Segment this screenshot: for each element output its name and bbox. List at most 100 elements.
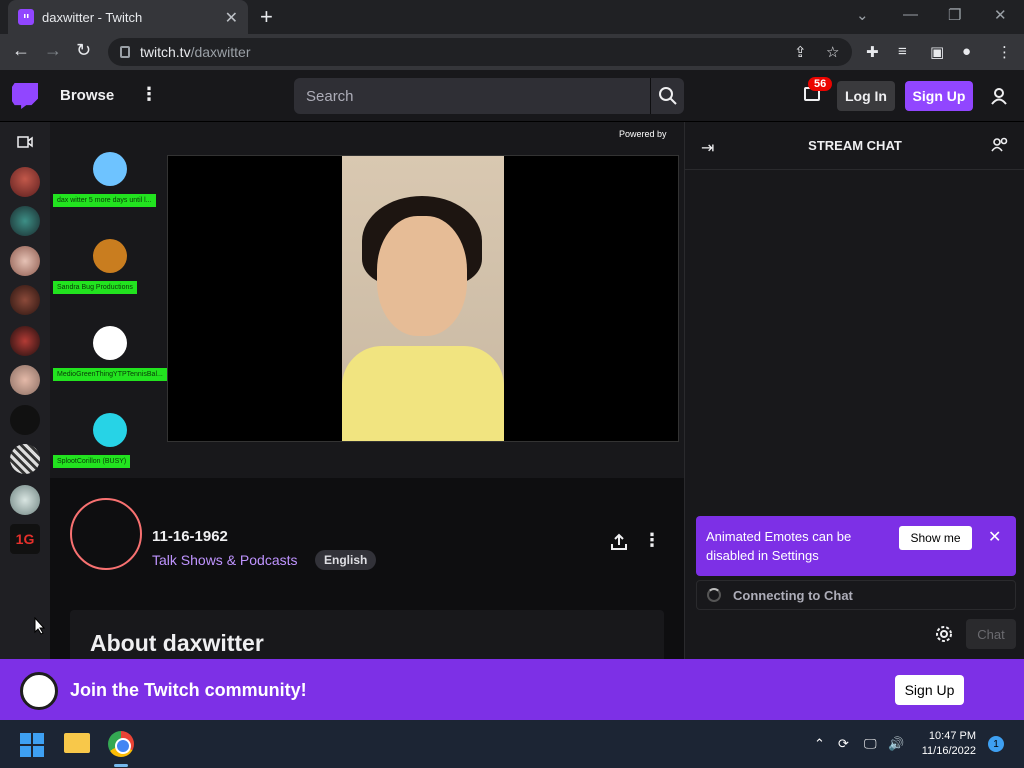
system-clock[interactable]: 10:47 PM 11/16/2022: [918, 729, 976, 759]
emote-banner-message: Animated Emotes can be disabled in Setti…: [706, 529, 852, 563]
notification-badge: 56: [808, 77, 833, 91]
url-host: twitch.tv: [140, 44, 191, 60]
mouse-cursor-icon: [34, 617, 46, 635]
media-control-icon[interactable]: ≡: [898, 43, 907, 60]
channel-info: 11-16-1962 Talk Shows & Podcasts English…: [50, 478, 684, 659]
clock-time: 10:47 PM: [928, 730, 976, 742]
viewer-avatar: [93, 152, 127, 186]
banner-signup-button[interactable]: Sign Up: [895, 675, 964, 705]
dismiss-banner-icon[interactable]: ✕: [988, 527, 1001, 547]
powered-by-label: Powered by: [619, 129, 667, 139]
viewer-label: MedioGreenThingYTPTennisBal...: [53, 368, 167, 381]
network-icon[interactable]: 🖵: [864, 736, 877, 752]
bookmark-star-icon[interactable]: ☆: [826, 43, 839, 61]
search-button[interactable]: [650, 78, 684, 114]
browser-tab[interactable]: daxwitter - Twitch ✕: [8, 0, 248, 34]
extensions-icon[interactable]: ✚: [866, 43, 879, 61]
overlay-viewer-item: Sandra Bug Productions: [53, 239, 137, 294]
category-link[interactable]: Talk Shows & Podcasts: [152, 552, 298, 568]
connecting-label: Connecting to Chat: [733, 587, 853, 603]
video-player[interactable]: dax witter 5 more days until l... Sandra…: [50, 122, 684, 478]
channel-avatar[interactable]: [10, 206, 40, 236]
channel-avatar[interactable]: [10, 326, 40, 356]
minimize-icon[interactable]: —: [903, 6, 918, 23]
lock-icon: [120, 46, 130, 58]
viewer-label: Sandra Bug Productions: [53, 281, 137, 294]
channel-avatar-large[interactable]: [70, 498, 142, 570]
viewer-label: dax witter 5 more days until l...: [53, 194, 156, 207]
chat-header: ⇥ STREAM CHAT: [685, 122, 1024, 170]
channel-avatar[interactable]: 1G: [10, 524, 40, 554]
new-tab-icon[interactable]: +: [260, 4, 273, 30]
url-path: /daxwitter: [190, 44, 251, 60]
show-me-button[interactable]: Show me: [899, 526, 972, 550]
streamer-video: [342, 156, 504, 441]
windows-start-icon[interactable]: [20, 733, 44, 757]
more-menu-icon[interactable]: ⋮: [140, 84, 158, 105]
clock-date: 11/16/2022: [921, 745, 976, 757]
glitch-mascot-icon: [20, 672, 58, 710]
profile-icon[interactable]: ●: [962, 43, 971, 60]
viewer-avatar: [93, 326, 127, 360]
browser-menu-icon[interactable]: ⋮: [997, 43, 1012, 61]
chat-title: STREAM CHAT: [808, 138, 902, 153]
channel-avatar[interactable]: [10, 285, 40, 315]
channel-avatar[interactable]: [10, 405, 40, 435]
language-tag[interactable]: English: [315, 550, 377, 570]
address-bar[interactable]: twitch.tv/daxwitter: [108, 38, 852, 66]
channel-more-icon[interactable]: ⋮: [643, 530, 661, 551]
browser-toolbar: ← → ↻ twitch.tv/daxwitter ⇪ ☆ ✚ ≡ ▣ ● ⋮: [0, 34, 1024, 70]
side-panel-icon[interactable]: ▣: [930, 43, 944, 61]
followed-channels-rail: 1G: [0, 122, 50, 659]
viewer-avatar: [93, 239, 127, 273]
twitch-logo-icon[interactable]: [12, 83, 38, 109]
notification-center-icon[interactable]: 1: [988, 736, 1004, 752]
join-banner-text: Join the Twitch community!: [70, 680, 307, 700]
volume-icon[interactable]: 🔊: [888, 736, 904, 752]
loading-spinner-icon: [707, 588, 721, 602]
channel-avatar[interactable]: [10, 444, 40, 474]
overlay-viewer-item: SplootCorillon (BUSY): [53, 413, 131, 468]
forward-icon[interactable]: →: [44, 40, 62, 61]
video-camera-icon[interactable]: [17, 136, 33, 148]
tab-search-icon[interactable]: ⌄: [856, 6, 869, 24]
overlay-viewer-item: MedioGreenThingYTPTennisBal...: [53, 326, 167, 381]
browse-link[interactable]: Browse: [60, 87, 114, 104]
chat-send-button[interactable]: Chat: [966, 619, 1016, 649]
connecting-status: Connecting to Chat: [696, 580, 1016, 610]
overlay-viewer-item: dax witter 5 more days until l...: [53, 152, 156, 207]
share-page-icon[interactable]: ⇪: [794, 43, 807, 61]
windows-taskbar: ⌃ ⟳ 🖵 🔊 10:47 PM 11/16/2022 1: [0, 720, 1024, 768]
stream-chat: ⇥ STREAM CHAT Animated Emotes can be dis…: [684, 122, 1024, 659]
chat-settings-icon[interactable]: [935, 625, 953, 643]
tray-overflow-icon[interactable]: ⌃: [814, 736, 825, 752]
signup-button[interactable]: Sign Up: [905, 81, 973, 111]
active-app-indicator: [114, 764, 128, 767]
stream-title: 11-16-1962: [152, 528, 228, 545]
share-icon[interactable]: [610, 533, 628, 551]
search-input[interactable]: Search: [294, 78, 650, 114]
back-icon[interactable]: ←: [12, 40, 30, 61]
join-community-banner: Join the Twitch community! Sign Up: [0, 659, 1024, 720]
community-icon[interactable]: [991, 136, 1009, 154]
viewer-label: SplootCorillon (BUSY): [53, 455, 131, 468]
channel-avatar[interactable]: [10, 485, 40, 515]
user-menu-icon[interactable]: [990, 87, 1008, 105]
browser-title-bar: daxwitter - Twitch ✕ + ⌄ — ❐ ✕: [0, 0, 1024, 34]
channel-avatar[interactable]: [10, 167, 40, 197]
chrome-icon[interactable]: [108, 731, 134, 757]
main-content: dax witter 5 more days until l... Sandra…: [50, 122, 684, 659]
search-icon: [658, 87, 677, 105]
restore-icon[interactable]: ❐: [948, 6, 961, 24]
channel-avatar[interactable]: [10, 365, 40, 395]
tab-title: daxwitter - Twitch: [42, 9, 143, 25]
channel-avatar[interactable]: [10, 246, 40, 276]
animated-emotes-banner: Animated Emotes can be disabled in Setti…: [696, 516, 1016, 576]
sync-icon[interactable]: ⟳: [838, 736, 849, 752]
file-explorer-icon[interactable]: [64, 733, 90, 753]
video-frame[interactable]: [167, 155, 679, 442]
reload-icon[interactable]: ↻: [76, 40, 91, 61]
tab-close-icon[interactable]: ✕: [225, 8, 238, 28]
window-close-icon[interactable]: ✕: [994, 6, 1007, 24]
login-button[interactable]: Log In: [837, 81, 895, 111]
